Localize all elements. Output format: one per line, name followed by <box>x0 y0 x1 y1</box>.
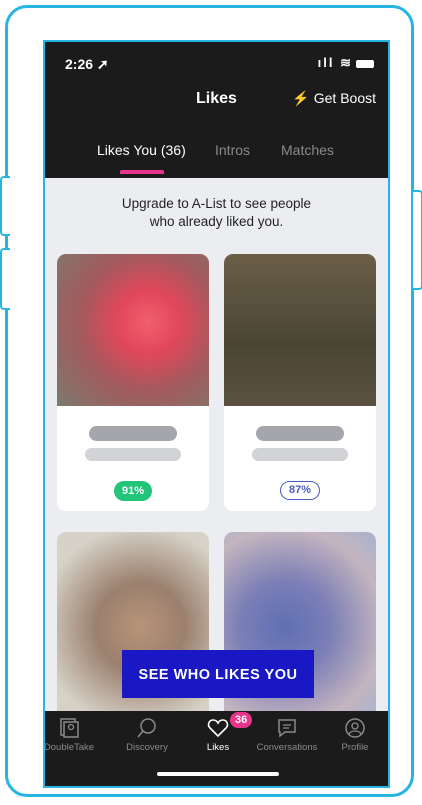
heart-icon <box>207 719 229 738</box>
blurred-profile-photo <box>224 254 376 406</box>
nav-label: Conversations <box>256 742 318 753</box>
tab-likes-you[interactable]: Likes You (36) <box>97 142 186 158</box>
nav-item-doubletake[interactable]: DoubleTake <box>43 717 104 753</box>
tab-matches[interactable]: Matches <box>281 142 334 158</box>
battery-icon <box>356 59 374 68</box>
like-card[interactable]: 87% <box>224 254 376 511</box>
status-icons: ıll ≋ <box>318 55 374 71</box>
nav-item-conversations[interactable]: Conversations <box>252 717 322 753</box>
nav-label: Profile <box>341 742 369 753</box>
upgrade-message: Upgrade to A-List to see people who alre… <box>45 195 388 231</box>
tab-intros[interactable]: Intros <box>215 142 250 158</box>
status-time: 2:26 ➚ <box>65 56 109 72</box>
nav-item-profile[interactable]: Profile <box>320 717 388 753</box>
app-header: 2:26 ➚ ıll ≋ Likes ⚡ Get Boost Likes You… <box>45 42 388 178</box>
bottom-nav: DoubleTake Discovery Likes Conversations <box>43 711 388 786</box>
home-indicator <box>157 772 279 776</box>
get-boost-button[interactable]: ⚡ Get Boost <box>292 90 376 107</box>
nav-label: DoubleTake <box>43 742 95 753</box>
match-percentage-badge: 87% <box>280 481 321 500</box>
nav-item-discovery[interactable]: Discovery <box>112 717 182 753</box>
active-tab-indicator <box>120 170 164 174</box>
search-icon <box>137 718 156 738</box>
volume-up-button <box>0 176 10 236</box>
volume-down-button <box>0 248 10 310</box>
like-card[interactable]: 91% <box>57 254 209 511</box>
blurred-profile-photo <box>57 254 209 406</box>
see-who-likes-you-button[interactable]: SEE WHO LIKES YOU <box>122 650 314 698</box>
nav-label: Likes <box>206 742 230 753</box>
doubletake-icon <box>60 718 79 738</box>
upgrade-line-2: who already liked you. <box>149 214 284 229</box>
chat-icon <box>278 719 296 738</box>
profile-icon <box>345 718 365 738</box>
upgrade-line-1: Upgrade to A-List to see people <box>121 196 312 211</box>
tab-bar: Likes You (36) Intros Matches <box>45 138 388 178</box>
signal-wifi-icon: ıll ≋ <box>317 55 353 70</box>
hidden-details-placeholder <box>85 448 181 461</box>
nav-label: Discovery <box>126 742 168 753</box>
app-screen: 2:26 ➚ ıll ≋ Likes ⚡ Get Boost Likes You… <box>43 40 390 788</box>
hidden-name-placeholder <box>89 426 177 441</box>
hidden-name-placeholder <box>256 426 344 441</box>
power-button <box>413 190 422 290</box>
likes-count-badge: 36 <box>230 712 253 728</box>
match-percentage-badge: 91% <box>114 481 153 501</box>
hidden-details-placeholder <box>252 448 348 461</box>
